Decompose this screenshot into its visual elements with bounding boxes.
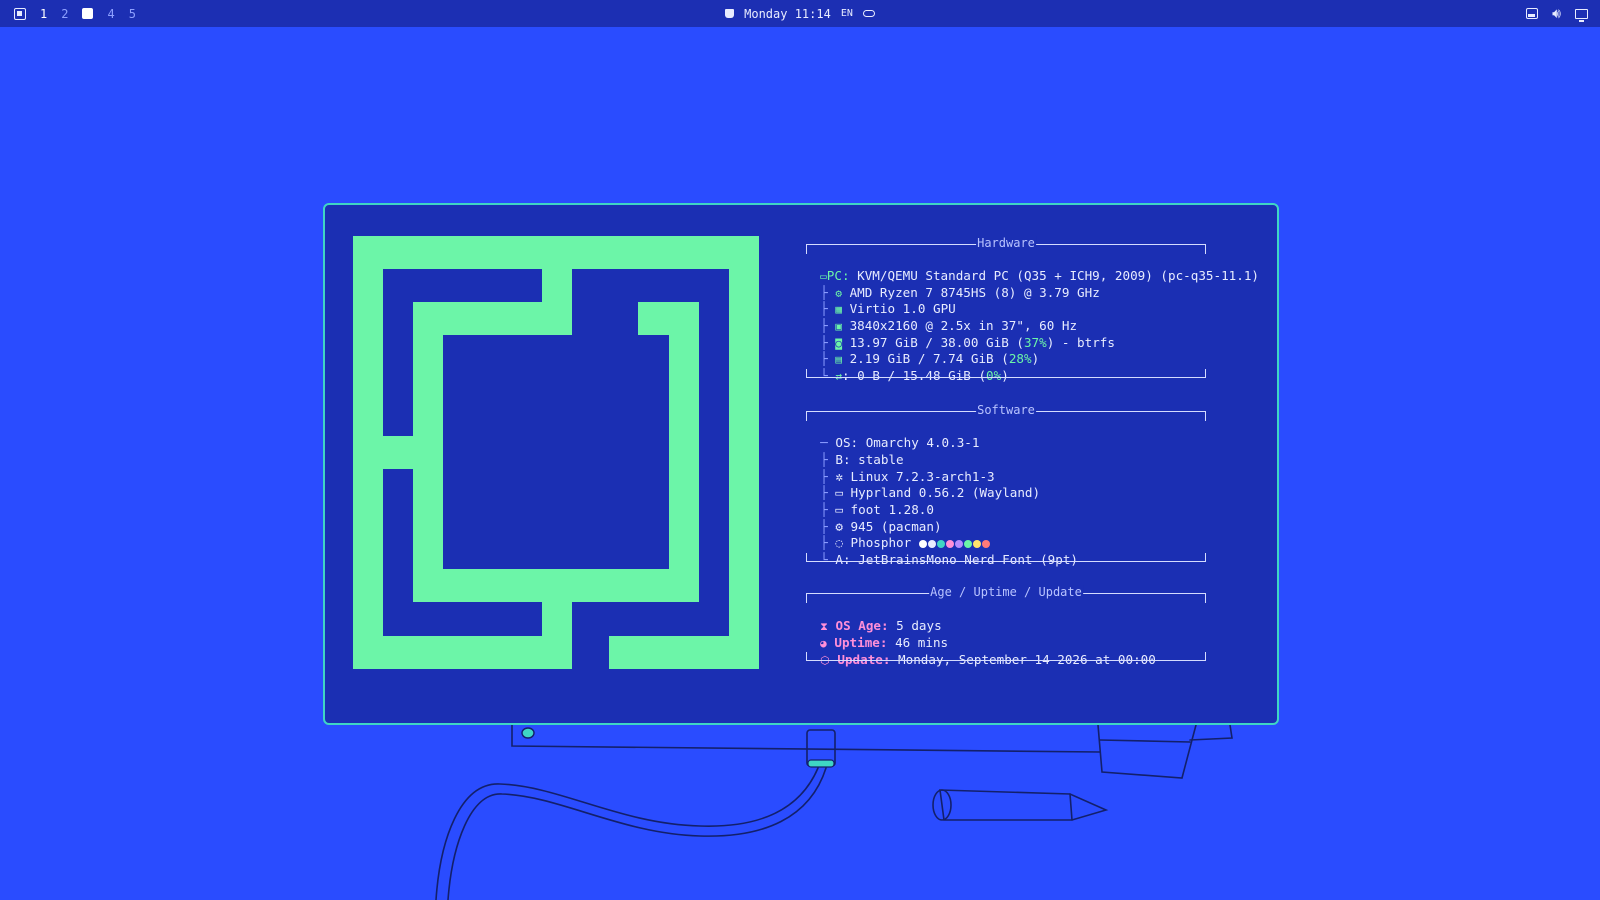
keyboard-layout[interactable]: EN bbox=[841, 8, 853, 19]
coffee-icon[interactable] bbox=[725, 9, 735, 18]
volume-icon[interactable]: 🔊︎ bbox=[1552, 7, 1561, 21]
software-section-bottom bbox=[806, 553, 1206, 562]
omarchy-logo bbox=[353, 236, 759, 669]
cloud-icon[interactable] bbox=[862, 10, 875, 17]
hardware-section-bottom bbox=[806, 369, 1206, 378]
software-title: Software bbox=[976, 403, 1036, 417]
clock-area: Monday 11:14 EN bbox=[0, 0, 1600, 27]
hardware-title: Hardware bbox=[976, 236, 1036, 250]
screenshot-icon[interactable] bbox=[1526, 8, 1539, 19]
sw-row-font: └ A: JetBrainsMono Nerd Font (9pt) bbox=[820, 552, 1079, 567]
age-section-bottom bbox=[806, 652, 1206, 661]
top-bar: 1 2 4 5 Monday 11:14 EN 🔊︎ bbox=[0, 0, 1600, 27]
display-icon[interactable] bbox=[1575, 8, 1588, 22]
age-section-frame: Age / Uptime / Update bbox=[806, 585, 1206, 603]
hw-row-swap: └ ⇄: 0 B / 15.48 GiB (0%) bbox=[820, 368, 1009, 383]
system-tray: 🔊︎ bbox=[1526, 0, 1588, 27]
clock-text[interactable]: Monday 11:14 bbox=[744, 7, 831, 21]
age-title: Age / Uptime / Update bbox=[929, 585, 1083, 599]
